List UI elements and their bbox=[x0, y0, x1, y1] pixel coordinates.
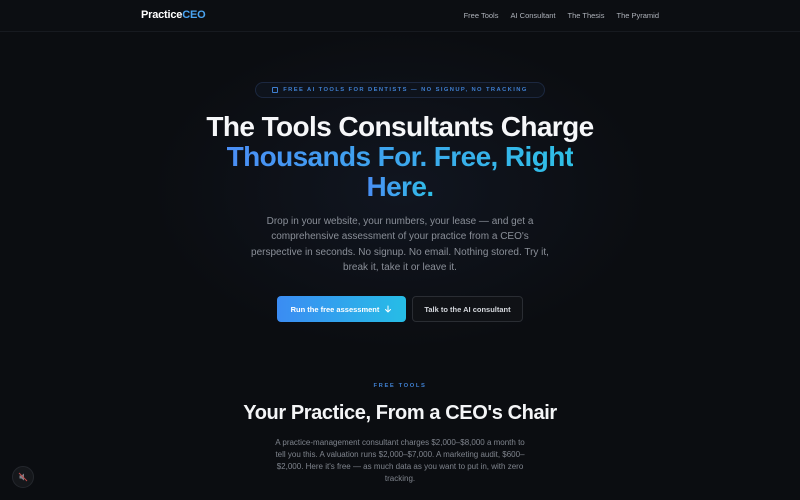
run-assessment-label: Run the free assessment bbox=[290, 304, 380, 314]
mute-icon bbox=[18, 472, 28, 482]
mute-toggle-button[interactable] bbox=[12, 466, 34, 488]
hero-badge: FREE AI TOOLS FOR DENTISTS — NO SIGNUP, … bbox=[255, 82, 545, 98]
nav-links: Free Tools AI Consultant The Thesis The … bbox=[464, 11, 659, 20]
nav-link-the-pyramid[interactable]: The Pyramid bbox=[616, 11, 659, 20]
hero-title: The Tools Consultants Charge Thousands F… bbox=[100, 112, 700, 202]
logo-primary-text: Practice bbox=[141, 9, 183, 21]
top-navbar: PracticeCEO Free Tools AI Consultant The… bbox=[0, 0, 800, 32]
nav-link-free-tools[interactable]: Free Tools bbox=[464, 11, 499, 20]
nav-link-the-thesis[interactable]: The Thesis bbox=[568, 11, 605, 20]
logo[interactable]: PracticeCEO bbox=[141, 9, 206, 21]
hero-lead: Drop in your website, your numbers, your… bbox=[251, 216, 549, 274]
hero-title-line3: Here. bbox=[366, 171, 434, 202]
section-title: Your Practice, From a CEO's Chair bbox=[243, 402, 557, 424]
run-assessment-button[interactable]: Run the free assessment bbox=[277, 296, 406, 322]
talk-to-consultant-button[interactable]: Talk to the AI consultant bbox=[412, 296, 523, 322]
section-body: A practice-management consultant charges… bbox=[275, 438, 525, 483]
nav-link-ai-consultant[interactable]: AI Consultant bbox=[510, 11, 555, 20]
section-eyebrow: FREE TOOLS bbox=[373, 383, 427, 389]
hero-title-line2: Thousands For. Free, Right bbox=[226, 141, 574, 172]
talk-to-consultant-label: Talk to the AI consultant bbox=[424, 304, 511, 314]
hero-title-line1: The Tools Consultants Charge bbox=[206, 111, 594, 142]
logo-accent-text: CEO bbox=[182, 9, 206, 21]
arrow-down-icon bbox=[385, 305, 392, 313]
hero-badge-text: FREE AI TOOLS FOR DENTISTS — NO SIGNUP, … bbox=[283, 87, 528, 93]
box-icon bbox=[272, 87, 279, 93]
